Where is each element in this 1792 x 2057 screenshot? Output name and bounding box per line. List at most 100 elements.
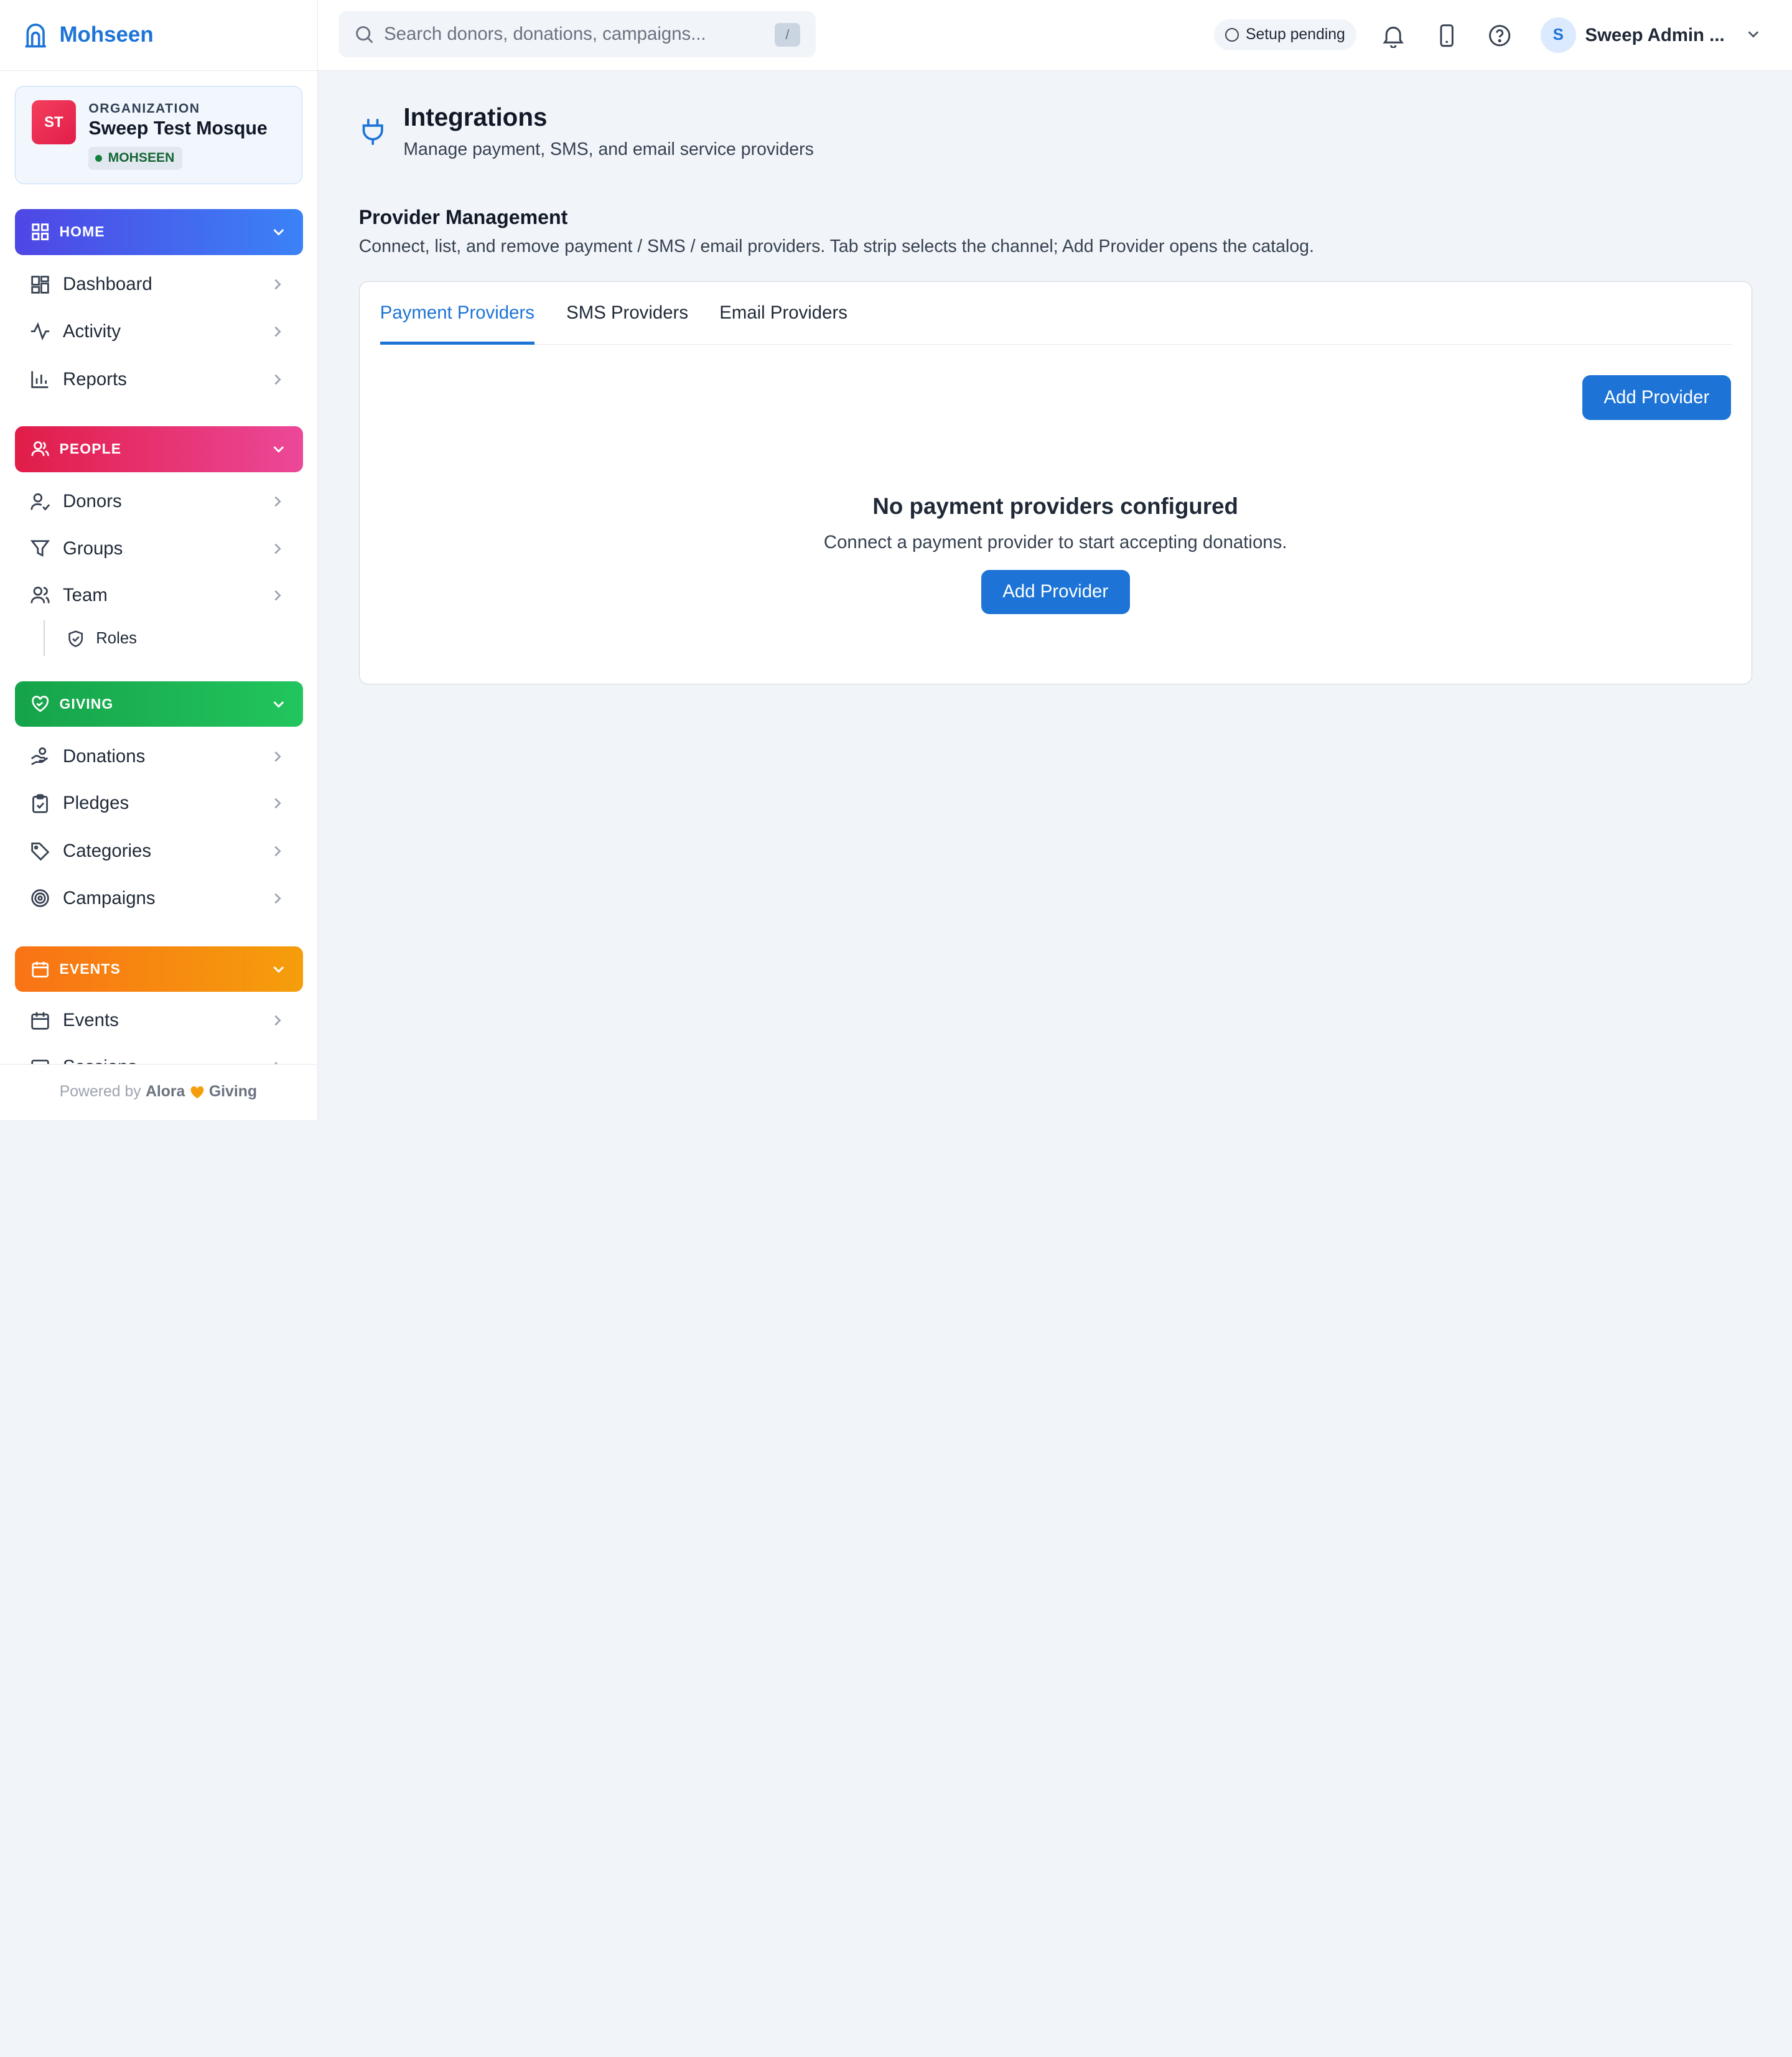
organization-avatar: ST (31, 100, 77, 145)
search-icon (356, 26, 373, 43)
sidebar-item-label: Campaigns (63, 887, 156, 908)
section-description: Connect, list, and remove payment / SMS … (358, 236, 1314, 257)
chevron-right-icon (274, 326, 281, 337)
sidebar-item-team[interactable]: Team (15, 574, 303, 617)
organization-badge-label: MOHSEEN (108, 151, 175, 166)
bell-icon[interactable] (1381, 23, 1406, 49)
provider-tabs: Payment Providers SMS Providers Email Pr… (380, 282, 1732, 345)
section-people-label: PEOPLE (59, 441, 122, 457)
dashboard-icon (31, 276, 49, 294)
section-giving-label: GIVING (59, 695, 114, 712)
smartphone-icon[interactable] (1434, 23, 1459, 48)
tab-payment-providers[interactable]: Payment Providers (380, 302, 534, 345)
mosque-logo-icon (23, 22, 48, 48)
sidebar-item-pledges[interactable]: Pledges (15, 781, 303, 825)
topbar: / Setup pending S Sweep Admin ... (317, 0, 1792, 71)
sidebar-item-label: Groups (63, 538, 123, 559)
sidebar-item-donations[interactable]: Donations (15, 735, 303, 778)
help-circle-icon[interactable] (1487, 23, 1512, 48)
sidebar-item-dashboard[interactable]: Dashboard (15, 263, 303, 306)
sidebar-item-groups[interactable]: Groups (15, 527, 303, 571)
chevron-right-icon (274, 374, 281, 385)
sidebar-item-events[interactable]: Events (15, 999, 303, 1042)
chevron-right-icon (274, 1015, 281, 1026)
chevron-right-icon (274, 893, 281, 903)
empty-state-title: No payment providers configured (872, 493, 1238, 519)
footer-prefix: Powered by (59, 1083, 141, 1101)
app-window: Mohseen ST ORGANIZATION Sweep Test Mosqu… (0, 0, 1792, 1120)
organization-badge: MOHSEEN (88, 147, 183, 170)
users-icon (30, 587, 50, 604)
sidebar-item-label: Donations (63, 745, 146, 767)
hand-coins-icon (30, 747, 48, 765)
shield-check-icon (68, 630, 83, 647)
tag-icon (31, 842, 50, 861)
organization-name: Sweep Test Mosque (88, 118, 268, 139)
section-events-label: EVENTS (59, 961, 121, 977)
chevron-right-icon (274, 279, 281, 290)
global-search[interactable]: / (338, 11, 816, 57)
heart-icon (190, 1086, 203, 1098)
grid-icon (31, 223, 49, 241)
heart-handshake-icon (31, 695, 49, 712)
user-check-icon (30, 493, 50, 511)
chevron-down-icon (273, 966, 284, 973)
sidebar-item-label: Activity (63, 320, 121, 342)
chevron-right-icon (274, 590, 281, 601)
target-icon (31, 889, 49, 907)
search-input[interactable] (384, 24, 762, 45)
calendar-icon (31, 1012, 49, 1030)
page-title: Integrations (403, 103, 548, 132)
sidebar-item-label: Donors (63, 491, 122, 512)
sidebar-item-label: Roles (96, 630, 137, 648)
user-menu[interactable]: S Sweep Admin ... (1540, 16, 1725, 55)
chevron-right-icon (274, 496, 281, 507)
chevron-down-icon[interactable] (1745, 26, 1762, 42)
brand[interactable]: Mohseen (0, 0, 317, 71)
section-events[interactable]: EVENTS (14, 946, 303, 992)
activity-icon (30, 322, 49, 341)
sidebar-item-label: Categories (63, 841, 152, 862)
chevron-down-icon (273, 701, 284, 708)
sidebar-item-label: Dashboard (63, 274, 152, 295)
page-subtitle: Manage payment, SMS, and email service p… (403, 139, 814, 160)
sidebar-item-activity[interactable]: Activity (15, 310, 303, 353)
calendar-icon (31, 961, 49, 977)
avatar: S (1540, 17, 1576, 54)
sidebar-item-roles[interactable]: Roles (67, 623, 137, 655)
search-shortcut-hint: / (775, 22, 800, 47)
sidebar-item-label: Reports (63, 368, 127, 389)
section-home-label: HOME (59, 223, 105, 240)
chevron-down-icon (273, 446, 284, 453)
tab-sms-providers[interactable]: SMS Providers (566, 302, 688, 345)
add-provider-button[interactable]: Add Provider (1582, 375, 1731, 421)
status-dot-icon (95, 154, 103, 162)
setup-status-badge[interactable]: Setup pending (1213, 19, 1357, 50)
circle-icon (1225, 27, 1239, 42)
sidebar-item-reports[interactable]: Reports (15, 358, 303, 401)
section-people[interactable]: PEOPLE (14, 426, 303, 472)
sidebar: Mohseen ST ORGANIZATION Sweep Test Mosqu… (0, 0, 318, 1120)
user-name: Sweep Admin ... (1585, 24, 1725, 45)
chevron-right-icon (274, 846, 281, 857)
sidebar-item-donors[interactable]: Donors (15, 480, 303, 523)
users-icon (31, 441, 49, 456)
organization-switcher[interactable]: ST ORGANIZATION Sweep Test Mosque MOHSEE… (14, 85, 302, 184)
sidebar-item-campaigns[interactable]: Campaigns (15, 877, 303, 920)
clipboard-check-icon (32, 794, 48, 813)
sidebar-item-label: Events (63, 1010, 119, 1031)
plug-icon (362, 119, 383, 146)
sidebar-item-categories[interactable]: Categories (15, 829, 303, 873)
footer-brand-a: Alora (145, 1083, 185, 1101)
section-home[interactable]: HOME (14, 209, 303, 255)
tab-email-providers[interactable]: Email Providers (719, 302, 847, 345)
organization-kicker: ORGANIZATION (88, 101, 200, 116)
sidebar-item-label: Team (63, 584, 108, 605)
filter-icon (30, 540, 50, 557)
empty-state-add-provider-button[interactable]: Add Provider (981, 569, 1130, 615)
sidebar-item-label: Pledges (63, 793, 129, 814)
section-giving[interactable]: GIVING (14, 681, 303, 727)
chevron-right-icon (274, 543, 281, 554)
provider-panel: Payment Providers SMS Providers Email Pr… (358, 281, 1752, 685)
chevron-right-icon (274, 798, 281, 809)
